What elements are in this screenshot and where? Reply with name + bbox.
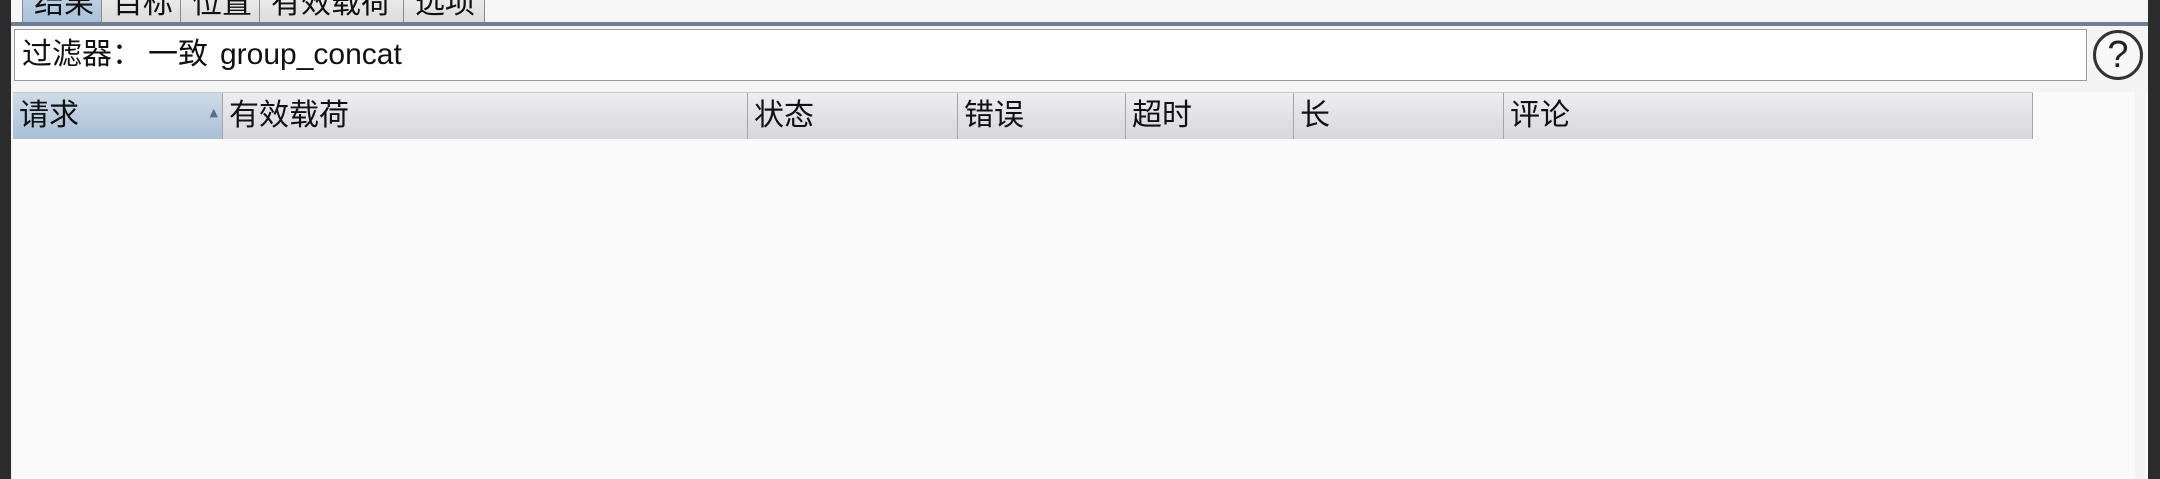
tab-positions[interactable]: 位置	[180, 0, 260, 22]
column-header-label: 错误	[964, 98, 1024, 133]
column-header-label: 有效载荷	[229, 98, 349, 133]
sort-ascending-icon: ▲	[209, 106, 218, 119]
tab-payloads[interactable]: 有效载荷	[259, 0, 404, 22]
column-header-status[interactable]: 状态	[748, 93, 958, 139]
column-header-comment[interactable]: 评论	[1504, 93, 2033, 139]
column-header-length[interactable]: 长	[1294, 93, 1504, 139]
column-header-label: 长	[1300, 98, 1330, 133]
results-table: 请求 ▲ 有效载荷 状态 错误 超时 长 评论	[13, 92, 2148, 479]
vertical-scrollbar[interactable]	[2135, 92, 2146, 479]
window-frame-right	[2148, 0, 2160, 479]
tab-bar: 结果 目标 位置 有效载荷 选项	[22, 0, 485, 22]
column-header-label: 超时	[1132, 98, 1192, 133]
tab-options[interactable]: 选项	[403, 0, 485, 22]
column-header-payload[interactable]: 有效载荷	[223, 93, 748, 139]
column-header-request[interactable]: 请求 ▲	[13, 93, 223, 139]
results-panel: 过滤器： 一致 group_concat ? 请求 ▲ 有效载荷 状态 错误 超时 …	[11, 26, 2148, 479]
column-header-label: 状态	[754, 98, 814, 133]
table-body[interactable]	[13, 139, 2148, 479]
help-icon: ?	[2107, 34, 2129, 76]
column-header-label: 请求	[19, 98, 79, 133]
table-header: 请求 ▲ 有效载荷 状态 错误 超时 长 评论	[13, 92, 2033, 140]
filter-bar[interactable]: 过滤器： 一致 group_concat	[14, 29, 2087, 81]
window-frame-left	[0, 0, 11, 479]
tab-results[interactable]: 结果	[22, 0, 102, 22]
filter-value: group_concat	[220, 38, 402, 71]
column-header-error[interactable]: 错误	[958, 93, 1126, 139]
help-button[interactable]: ?	[2093, 30, 2143, 80]
filter-label: 过滤器：	[22, 37, 142, 72]
column-header-label: 评论	[1510, 98, 1570, 133]
column-header-timeout[interactable]: 超时	[1126, 93, 1294, 139]
tab-target[interactable]: 目标	[101, 0, 181, 22]
filter-mode: 一致	[148, 37, 208, 72]
